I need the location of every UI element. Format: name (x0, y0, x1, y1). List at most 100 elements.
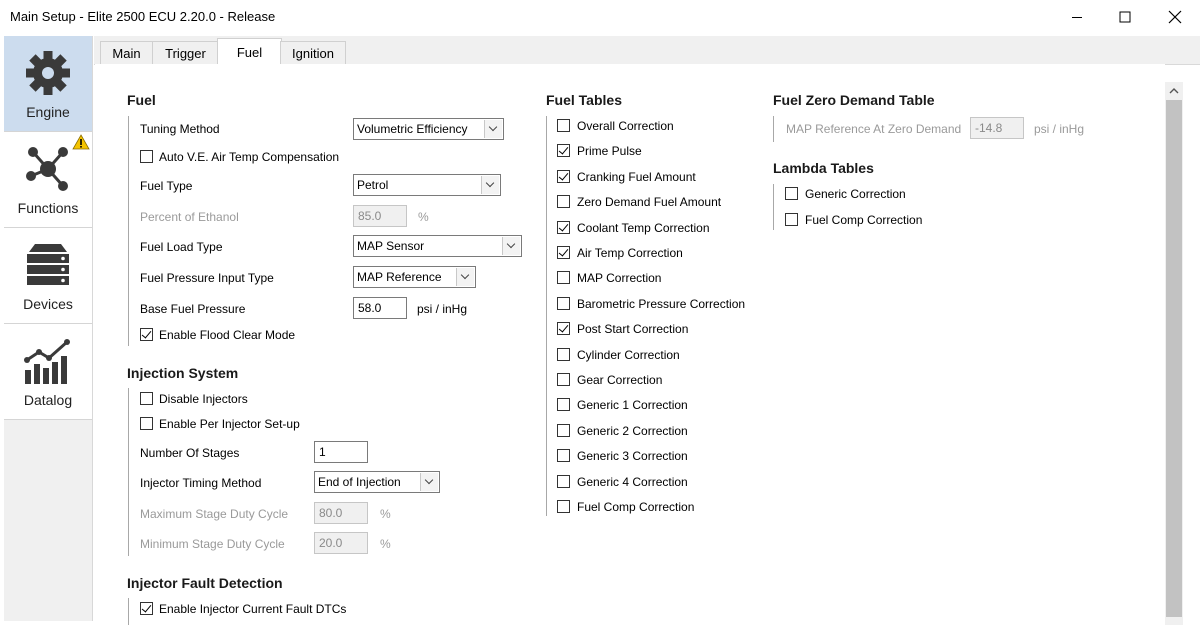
disable-injectors-label: Disable Injectors (159, 392, 248, 406)
sidebar-item-label: Functions (17, 200, 79, 216)
table-checkbox-label: Barometric Pressure Correction (577, 296, 746, 311)
sidebar: Engine Functions Devices Datalog (4, 36, 93, 621)
table-checkbox-label: Gear Correction (577, 373, 663, 387)
map-ref-zero-demand-label: MAP Reference At Zero Demand (786, 122, 962, 136)
injector-dtc-label: Enable Injector Current Fault DTCs (159, 602, 347, 616)
scrollbar-thumb[interactable] (1166, 100, 1182, 617)
max-duty-input[interactable]: 80.0 (314, 502, 368, 524)
percent-ethanol-label: Percent of Ethanol (140, 210, 239, 224)
table-checkbox[interactable] (557, 195, 570, 209)
percent-unit: % (380, 537, 391, 551)
tab-ignition[interactable]: Ignition (280, 41, 346, 64)
table-checkbox-label: Generic 1 Correction (577, 398, 688, 413)
minimize-button[interactable] (1052, 0, 1102, 34)
table-checkbox[interactable] (557, 449, 570, 463)
fuel-type-select[interactable]: Petrol (353, 174, 501, 196)
group-line (128, 598, 129, 625)
server-stack-icon (27, 244, 69, 285)
fuel-load-type-label: Fuel Load Type (140, 240, 223, 254)
chevron-down-icon (420, 473, 438, 491)
sidebar-item-functions[interactable]: Functions (4, 132, 92, 228)
table-checkbox[interactable] (557, 423, 570, 437)
auto-ve-checkbox[interactable] (140, 150, 153, 163)
min-duty-label: Minimum Stage Duty Cycle (140, 537, 285, 551)
per-injector-label: Enable Per Injector Set-up (159, 417, 300, 431)
maximize-button[interactable] (1100, 0, 1150, 34)
per-injector-checkbox[interactable] (140, 417, 153, 430)
map-ref-zero-demand-input[interactable]: -14.8 (970, 117, 1024, 139)
table-checkbox[interactable] (785, 212, 798, 226)
table-checkbox-label: Generic 2 Correction (577, 423, 688, 438)
table-checkbox-label: Cylinder Correction (577, 347, 680, 362)
base-fuel-pressure-input[interactable]: 58.0 (353, 297, 407, 319)
tab-trigger[interactable]: Trigger (152, 41, 219, 64)
injection-section-header: Injection System (127, 365, 239, 381)
percent-unit: % (418, 210, 429, 224)
table-checkbox[interactable] (557, 474, 570, 488)
table-checkbox[interactable] (557, 144, 570, 158)
fault-section-header: Injector Fault Detection (127, 575, 283, 591)
sidebar-item-label: Engine (26, 104, 70, 120)
stages-label: Number Of Stages (140, 446, 240, 460)
table-checkbox-label: Fuel Comp Correction (805, 212, 923, 227)
fuel-type-label: Fuel Type (140, 179, 193, 193)
bar-chart-icon (24, 339, 70, 384)
title-bar: Main Setup - Elite 2500 ECU 2.20.0 - Rel… (0, 0, 1200, 34)
chevron-down-icon (484, 120, 502, 138)
zero-demand-unit: psi / inHg (1034, 122, 1085, 136)
lambda-tables-header: Lambda Tables (773, 160, 874, 176)
max-duty-label: Maximum Stage Duty Cycle (140, 507, 289, 521)
stages-input[interactable]: 1 (314, 441, 368, 463)
table-checkbox[interactable] (557, 296, 570, 310)
tuning-method-select[interactable]: Volumetric Efficiency (353, 118, 504, 140)
min-duty-input[interactable]: 20.0 (314, 532, 368, 554)
gear-icon (26, 51, 70, 95)
table-checkbox[interactable] (557, 500, 570, 513)
table-checkbox[interactable] (557, 169, 570, 183)
tab-fuel[interactable]: Fuel (217, 38, 282, 66)
table-checkbox[interactable] (557, 119, 570, 132)
close-button[interactable] (1150, 0, 1200, 34)
sidebar-item-devices[interactable]: Devices (4, 228, 92, 324)
close-icon (1168, 10, 1182, 24)
table-checkbox-label: Cranking Fuel Amount (577, 169, 696, 184)
table-checkbox-label: Air Temp Correction (577, 246, 683, 260)
percent-ethanol-input[interactable]: 85.0 (353, 205, 407, 227)
table-checkbox[interactable] (557, 271, 570, 285)
fuel-load-type-select[interactable]: MAP Sensor (353, 235, 522, 257)
sidebar-item-label: Datalog (23, 392, 73, 408)
scroll-up-button[interactable] (1165, 82, 1183, 100)
warning-icon (72, 134, 90, 150)
fuel-section-header: Fuel (127, 92, 156, 108)
group-line (128, 388, 129, 556)
timing-method-select[interactable]: End of Injection (314, 471, 440, 493)
group-line (546, 116, 547, 516)
table-checkbox[interactable] (557, 373, 570, 386)
table-checkbox[interactable] (785, 187, 798, 200)
tab-bar: Main Trigger Fuel Ignition (94, 36, 1200, 66)
table-checkbox-label: Overall Correction (577, 119, 674, 133)
table-checkbox[interactable] (557, 398, 570, 412)
sidebar-item-engine[interactable]: Engine (4, 36, 92, 132)
chevron-down-icon (481, 176, 499, 194)
pressure-unit: psi / inHg (417, 302, 468, 316)
percent-unit: % (380, 507, 391, 521)
table-checkbox-label: Generic 3 Correction (577, 449, 688, 464)
table-checkbox-label: Generic 4 Correction (577, 474, 688, 489)
table-checkbox[interactable] (557, 322, 570, 336)
flood-clear-checkbox[interactable] (140, 328, 153, 341)
tuning-method-label: Tuning Method (140, 122, 220, 136)
tab-main[interactable]: Main (100, 41, 153, 64)
table-checkbox[interactable] (557, 246, 570, 259)
table-checkbox-label: Zero Demand Fuel Amount (577, 195, 722, 210)
injector-dtc-checkbox[interactable] (140, 602, 153, 615)
sidebar-item-datalog[interactable]: Datalog (4, 324, 92, 420)
vertical-scrollbar[interactable] (1165, 82, 1183, 625)
table-checkbox-label: MAP Correction (577, 271, 662, 286)
fuel-tables-header: Fuel Tables (546, 92, 622, 108)
fuel-pressure-input-select[interactable]: MAP Reference (353, 266, 476, 288)
timing-method-label: Injector Timing Method (140, 476, 262, 490)
table-checkbox[interactable] (557, 220, 570, 234)
table-checkbox[interactable] (557, 347, 570, 361)
disable-injectors-checkbox[interactable] (140, 392, 153, 405)
